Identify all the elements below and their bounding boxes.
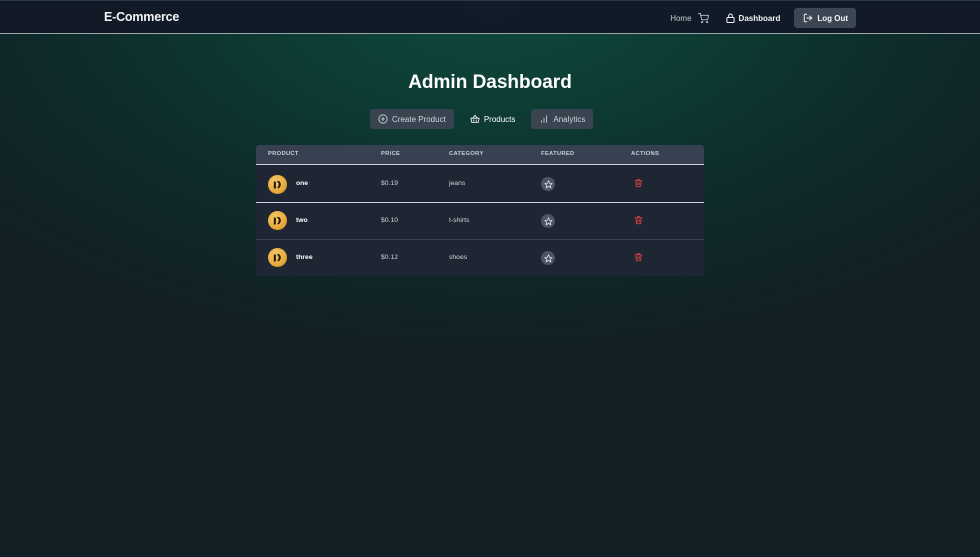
product-price: $0.19 [381,180,399,187]
product-name: one [296,180,309,187]
product-thumbnail [268,248,287,267]
tab-label: Products [483,114,516,124]
featured-toggle[interactable] [541,251,555,265]
table-row: three $0.12 shoes [256,239,704,276]
log-out-icon [802,12,814,24]
featured-toggle[interactable] [541,177,555,191]
trash-icon [634,216,642,225]
column-header-category: CATEGORY [449,151,484,157]
table-row: two $0.10 t-shirts [256,202,704,239]
table-row: one $0.19 jeans [256,166,704,203]
product-price: $0.10 [381,217,399,224]
tab-products[interactable]: Products [462,109,524,129]
star-icon [543,253,553,262]
column-header-price: PRICE [381,151,401,157]
bar-chart-icon [539,114,549,124]
shopping-cart-icon[interactable] [698,12,710,24]
star-icon [543,216,553,225]
product-category: shoes [449,254,468,261]
delete-button[interactable] [633,252,643,262]
featured-toggle[interactable] [541,214,555,228]
product-name: two [296,217,308,224]
product-thumbnail [268,175,287,194]
product-category: t-shirts [449,217,470,224]
product-thumbnail [268,211,287,230]
logout-label: Log Out [817,13,848,23]
star-icon [543,179,553,188]
basket-icon [470,114,480,124]
tab-create-product[interactable]: Create Product [370,109,454,129]
brand-logo[interactable]: E-Commerce [104,10,179,24]
page-title: Admin Dashboard [408,72,572,93]
trash-icon [634,179,642,188]
table-header: PRODUCT PRICE CATEGORY FEATURED ACTIONS [256,145,704,165]
tab-label: Analytics [553,114,586,124]
column-header-featured: FEATURED [541,151,575,157]
column-header-product: PRODUCT [268,151,299,157]
delete-button[interactable] [633,178,643,188]
column-header-actions: ACTIONS [631,151,660,157]
dashboard-link[interactable]: Dashboard [725,12,781,24]
product-name: three [296,254,313,261]
products-table: PRODUCT PRICE CATEGORY FEATURED ACTIONS … [256,145,704,276]
lock-icon [725,12,737,24]
nav-links: Home Dashboard Log Out [670,7,856,29]
plus-circle-icon [378,114,388,124]
navbar: E-Commerce Home Dashboard Log Out [0,0,980,34]
tab-analytics[interactable]: Analytics [531,109,594,129]
product-price: $0.12 [381,254,399,261]
delete-button[interactable] [633,215,643,225]
tab-bar: Create Product Products Analytics [370,109,601,129]
dashboard-label: Dashboard [738,13,781,23]
trash-icon [634,253,642,262]
product-category: jeans [449,180,466,187]
home-link[interactable]: Home [670,14,691,23]
logout-button[interactable]: Log Out [794,8,856,28]
tab-label: Create Product [392,114,446,124]
